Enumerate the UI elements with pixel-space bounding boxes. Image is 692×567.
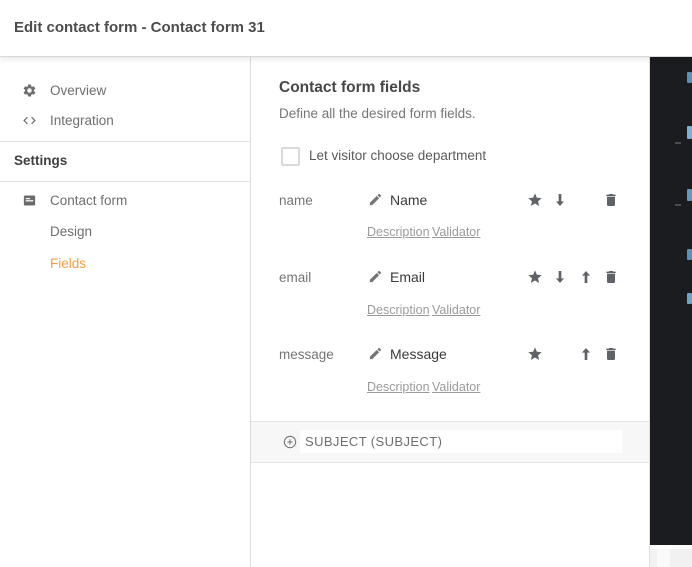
field-key: name: [279, 193, 313, 208]
field-key: email: [279, 270, 312, 285]
background-text-fragment: [687, 126, 692, 139]
background-text-fragment: [687, 293, 692, 304]
sidebar-divider: [0, 141, 250, 142]
arrow-up-icon[interactable]: [578, 346, 594, 362]
arrow-up-icon[interactable]: [578, 269, 594, 285]
sidebar-item-fields[interactable]: Fields: [0, 252, 250, 276]
sidebar-item-contact-form[interactable]: Contact form: [0, 189, 250, 213]
pencil-icon[interactable]: [368, 346, 383, 361]
sidebar-item-label: Contact form: [50, 193, 128, 208]
trash-icon[interactable]: [603, 346, 619, 362]
sidebar-item-design[interactable]: Design: [0, 220, 250, 244]
field-key: message: [279, 347, 334, 362]
field-label: Email: [390, 269, 426, 285]
background-text-fragment: [675, 142, 681, 144]
edit-contact-form-dialog: Edit contact form - Contact form 31 Over…: [0, 0, 692, 567]
form-icon: [22, 193, 37, 208]
contact-form-fields-panel: Contact form fields Define all the desir…: [251, 56, 650, 567]
plus-circle-icon[interactable]: [282, 434, 298, 450]
sidebar-divider: [0, 181, 250, 182]
add-field-input[interactable]: SUBJECT (SUBJECT): [300, 430, 622, 453]
field-label: Name: [390, 192, 428, 208]
pencil-icon[interactable]: [368, 269, 383, 284]
sidebar: Overview Integration Settings Contact fo…: [0, 56, 251, 567]
description-link[interactable]: Description: [367, 303, 430, 317]
background-page-strip: [650, 56, 692, 545]
add-field-label: SUBJECT (SUBJECT): [305, 434, 443, 449]
gear-icon: [22, 83, 37, 98]
star-icon[interactable]: [527, 192, 543, 208]
validator-link[interactable]: Validator: [432, 303, 480, 317]
sidebar-item-integration[interactable]: Integration: [0, 109, 250, 133]
star-icon[interactable]: [527, 269, 543, 285]
department-checkbox-label: Let visitor choose department: [309, 148, 487, 163]
sidebar-item-label: Overview: [50, 83, 107, 98]
validator-link[interactable]: Validator: [432, 225, 480, 239]
background-corner-block: [650, 549, 692, 567]
arrow-down-icon[interactable]: [552, 269, 568, 285]
star-icon[interactable]: [527, 346, 543, 362]
background-corner-block: [657, 549, 670, 567]
field-label: Message: [390, 346, 447, 362]
trash-icon[interactable]: [603, 269, 619, 285]
background-text-fragment: [687, 249, 692, 260]
sidebar-item-label: Fields: [50, 256, 87, 271]
add-field-row-subject[interactable]: SUBJECT (SUBJECT): [251, 421, 649, 463]
background-text-fragment: [675, 204, 681, 206]
background-text-fragment: [687, 72, 692, 83]
pencil-icon[interactable]: [368, 192, 383, 207]
background-text-fragment: [687, 189, 692, 201]
sidebar-section-settings: Settings: [14, 153, 68, 168]
trash-icon[interactable]: [603, 192, 619, 208]
sidebar-item-label: Design: [50, 224, 93, 239]
code-icon: [22, 113, 37, 128]
page-subtitle: Define all the desired form fields.: [279, 106, 476, 121]
arrow-down-icon[interactable]: [552, 192, 568, 208]
description-link[interactable]: Description: [367, 380, 430, 394]
sidebar-item-overview[interactable]: Overview: [0, 79, 250, 103]
validator-link[interactable]: Validator: [432, 380, 480, 394]
sidebar-item-label: Integration: [50, 113, 114, 128]
description-link[interactable]: Description: [367, 225, 430, 239]
background-page-corner: [650, 545, 692, 567]
dialog-header: Edit contact form - Contact form 31: [0, 0, 692, 56]
dialog-title: Edit contact form - Contact form 31: [14, 19, 265, 36]
page-title: Contact form fields: [279, 79, 421, 96]
department-checkbox[interactable]: [281, 147, 300, 166]
